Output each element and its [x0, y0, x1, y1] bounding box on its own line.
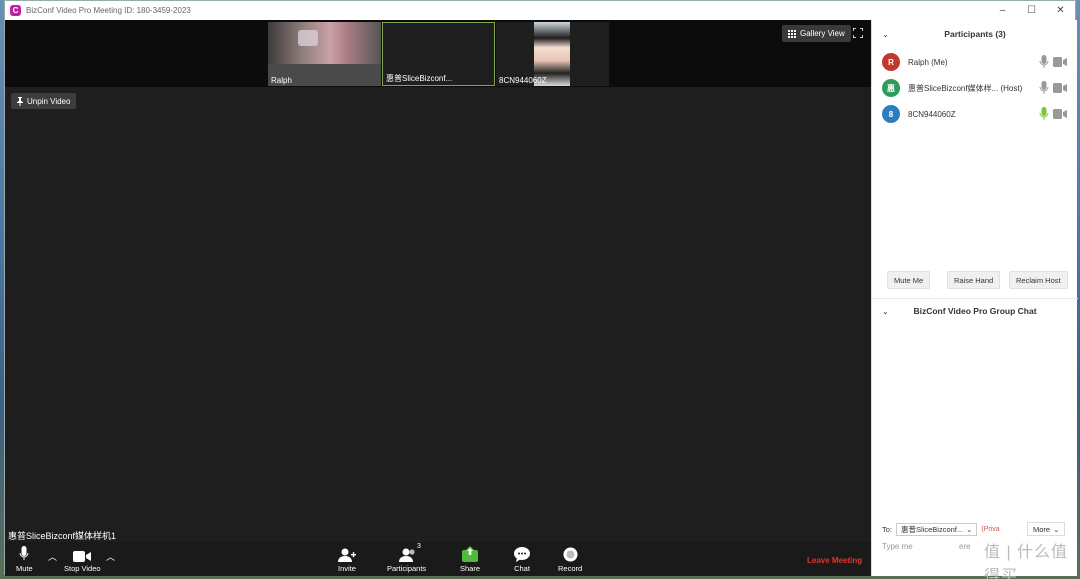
- collapse-chevron-icon[interactable]: ⌄: [882, 30, 889, 39]
- video-camera-icon[interactable]: [1053, 109, 1067, 119]
- gallery-view-label: Gallery View: [800, 29, 845, 38]
- participant-name: Ralph (Me): [908, 57, 948, 67]
- side-panel: ⌄ Participants (3) R Ralph (Me) 惠 惠普Slic…: [871, 20, 1078, 579]
- stop-video-button[interactable]: Stop Video: [64, 544, 101, 573]
- privately-label: (Priva: [981, 526, 1000, 533]
- participant-row[interactable]: R Ralph (Me): [872, 52, 1078, 72]
- close-button[interactable]: ✕: [1046, 1, 1075, 20]
- leave-meeting-button[interactable]: Leave Meeting: [807, 556, 862, 565]
- mute-me-button[interactable]: Mute Me: [887, 271, 931, 289]
- video-camera-icon[interactable]: [1053, 57, 1067, 67]
- mute-label: Mute: [16, 564, 33, 573]
- invite-button[interactable]: Invite: [338, 544, 356, 573]
- chat-to-label: To:: [882, 525, 893, 534]
- chat-more-button[interactable]: More ⌄: [1027, 522, 1066, 536]
- audio-options-chevron-icon[interactable]: ︿: [48, 550, 57, 563]
- thumbnail-name: 8CN944060Z: [499, 76, 547, 85]
- avatar: 惠: [882, 79, 900, 97]
- avatar: R: [882, 53, 900, 71]
- chat-recipient-select[interactable]: 惠普SliceBizconf... ⌄: [896, 523, 978, 536]
- maximize-button[interactable]: ☐: [1017, 1, 1046, 20]
- participant-name: 8CN944060Z: [908, 109, 956, 119]
- pin-icon: [17, 96, 23, 106]
- window-controls: – ☐ ✕: [988, 1, 1075, 20]
- participants-label: Participants: [387, 564, 427, 573]
- video-thumbnail-host[interactable]: 惠普SliceBizconf...: [382, 22, 495, 86]
- participant-name: 惠普SliceBizconf媒体样... (Host): [908, 83, 1023, 93]
- fullscreen-icon[interactable]: [852, 27, 864, 39]
- chevron-down-icon: ⌄: [1053, 524, 1060, 534]
- share-screen-icon: [462, 546, 478, 562]
- record-button[interactable]: Record: [558, 544, 582, 573]
- raise-hand-button[interactable]: Raise Hand: [947, 271, 1001, 289]
- thumbnail-strip: Ralph 惠普SliceBizconf... 8CN944060Z: [5, 20, 871, 87]
- reclaim-host-button[interactable]: Reclaim Host: [1009, 271, 1068, 289]
- video-camera-icon[interactable]: [1053, 83, 1067, 93]
- minimize-button[interactable]: –: [988, 1, 1017, 20]
- video-thumbnail-guest[interactable]: 8CN944060Z: [496, 22, 609, 86]
- chat-recipient: To: 惠普SliceBizconf... ⌄ (Priva: [882, 523, 1000, 536]
- share-button[interactable]: Share: [460, 544, 480, 573]
- record-label: Record: [558, 564, 583, 573]
- active-speaker-name: 惠普SliceBizconf媒体样机1: [8, 531, 117, 541]
- meeting-toolbar: Mute ︿ Stop Video ︿ Invite Participants …: [5, 542, 871, 576]
- add-user-icon: [338, 548, 356, 562]
- chat-label: Chat: [514, 564, 530, 573]
- chat-title: BizConf Video Pro Group Chat: [913, 306, 1037, 316]
- grid-icon: [788, 29, 796, 38]
- app-logo-icon: C: [10, 5, 21, 16]
- chat-header: ⌄ BizConf Video Pro Group Chat: [872, 303, 1078, 319]
- more-label: More: [1033, 524, 1051, 534]
- video-options-chevron-icon[interactable]: ︿: [106, 550, 115, 563]
- chat-recipient-value: 惠普SliceBizconf...: [901, 525, 964, 534]
- thumbnail-name: 惠普SliceBizconf...: [386, 74, 453, 83]
- chat-input[interactable]: Type me: [882, 542, 913, 551]
- gallery-view-button[interactable]: Gallery View: [782, 25, 851, 42]
- title-bar: C BizConf Video Pro Meeting ID: 180-3459…: [5, 1, 1075, 20]
- unpin-video-button[interactable]: Unpin Video: [11, 93, 77, 109]
- chat-bubble-icon: [514, 547, 530, 562]
- chat-placeholder: Type me: [882, 542, 913, 551]
- thumbnail-name: Ralph: [271, 76, 292, 85]
- divider: [872, 298, 1078, 299]
- chevron-down-icon: ⌄: [966, 525, 973, 534]
- chat-placeholder-tail: ere: [959, 542, 971, 551]
- video-feed: [268, 22, 381, 64]
- video-feed-blur: [298, 30, 318, 46]
- share-label: Share: [460, 564, 481, 573]
- participants-icon: [398, 548, 415, 562]
- participants-title: Participants (3): [944, 29, 1006, 39]
- window-title: BizConf Video Pro Meeting ID: 180-3459-2…: [26, 6, 191, 15]
- microphone-icon[interactable]: [1039, 55, 1049, 69]
- participants-count-badge: 3: [417, 543, 421, 550]
- participant-row[interactable]: 8 8CN944060Z: [872, 104, 1078, 124]
- video-area: Ralph 惠普SliceBizconf... 8CN944060Z Galle…: [5, 20, 871, 576]
- video-camera-icon: [73, 551, 92, 562]
- microphone-active-icon[interactable]: [1039, 107, 1049, 121]
- watermark-text: 值 | 什么值得买: [984, 544, 1069, 579]
- meeting-window: C BizConf Video Pro Meeting ID: 180-3459…: [4, 0, 1078, 579]
- avatar: 8: [882, 105, 900, 123]
- stop-video-label: Stop Video: [64, 564, 101, 573]
- video-thumbnail-ralph[interactable]: Ralph: [268, 22, 381, 86]
- participant-row[interactable]: 惠 惠普SliceBizconf媒体样... (Host): [872, 78, 1078, 98]
- chat-button[interactable]: Chat: [514, 544, 530, 573]
- record-icon: [563, 547, 578, 562]
- collapse-chevron-icon[interactable]: ⌄: [882, 307, 889, 316]
- mute-button[interactable]: Mute: [16, 544, 33, 573]
- participants-header: ⌄ Participants (3): [872, 26, 1078, 42]
- invite-label: Invite: [338, 564, 356, 573]
- microphone-icon: [19, 546, 29, 560]
- unpin-video-label: Unpin Video: [27, 96, 71, 106]
- microphone-icon[interactable]: [1039, 81, 1049, 95]
